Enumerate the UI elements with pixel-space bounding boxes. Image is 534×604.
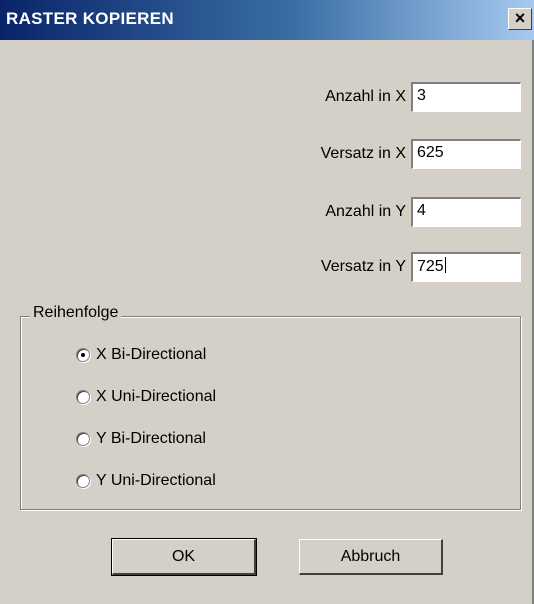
versatz-x-label: Versatz in X: [320, 145, 406, 162]
radio-selected-dot: [81, 353, 85, 357]
radio-y-bidirectional[interactable]: Y Bi-Directional: [76, 427, 206, 451]
versatz-y-input[interactable]: 725: [411, 252, 521, 282]
anzahl-y-label: Anzahl in Y: [325, 203, 406, 220]
radio-button-icon[interactable]: [76, 348, 90, 362]
radio-label: X Uni-Directional: [96, 388, 217, 405]
radio-button-icon[interactable]: [76, 390, 90, 404]
order-group-title: Reihenfolge: [30, 304, 122, 322]
radio-label: Y Uni-Directional: [96, 472, 216, 489]
radio-button-icon[interactable]: [76, 432, 90, 446]
anzahl-x-input[interactable]: 3: [411, 82, 521, 112]
radio-label: X Bi-Directional: [96, 346, 207, 363]
title-bar[interactable]: RASTER KOPIEREN ×: [0, 0, 534, 40]
radio-x-unidirectional[interactable]: X Uni-Directional: [76, 385, 216, 409]
radio-x-bidirectional[interactable]: X Bi-Directional: [76, 343, 206, 367]
dialog-window: RASTER KOPIEREN × Anzahl in X 3 Versatz …: [0, 0, 534, 604]
close-icon: ×: [514, 8, 526, 28]
versatz-y-label: Versatz in Y: [320, 258, 406, 275]
radio-y-unidirectional[interactable]: Y Uni-Directional: [76, 469, 216, 493]
anzahl-x-label: Anzahl in X: [325, 88, 406, 105]
ok-button[interactable]: OK: [111, 538, 257, 576]
cancel-button[interactable]: Abbruch: [299, 539, 443, 575]
window-title: RASTER KOPIEREN: [6, 9, 174, 28]
text-caret: [444, 257, 446, 273]
anzahl-y-input[interactable]: 4: [411, 197, 521, 227]
close-button[interactable]: ×: [508, 8, 532, 30]
radio-label: Y Bi-Directional: [96, 430, 206, 447]
versatz-x-input[interactable]: 625: [411, 139, 521, 169]
radio-button-icon[interactable]: [76, 474, 90, 488]
